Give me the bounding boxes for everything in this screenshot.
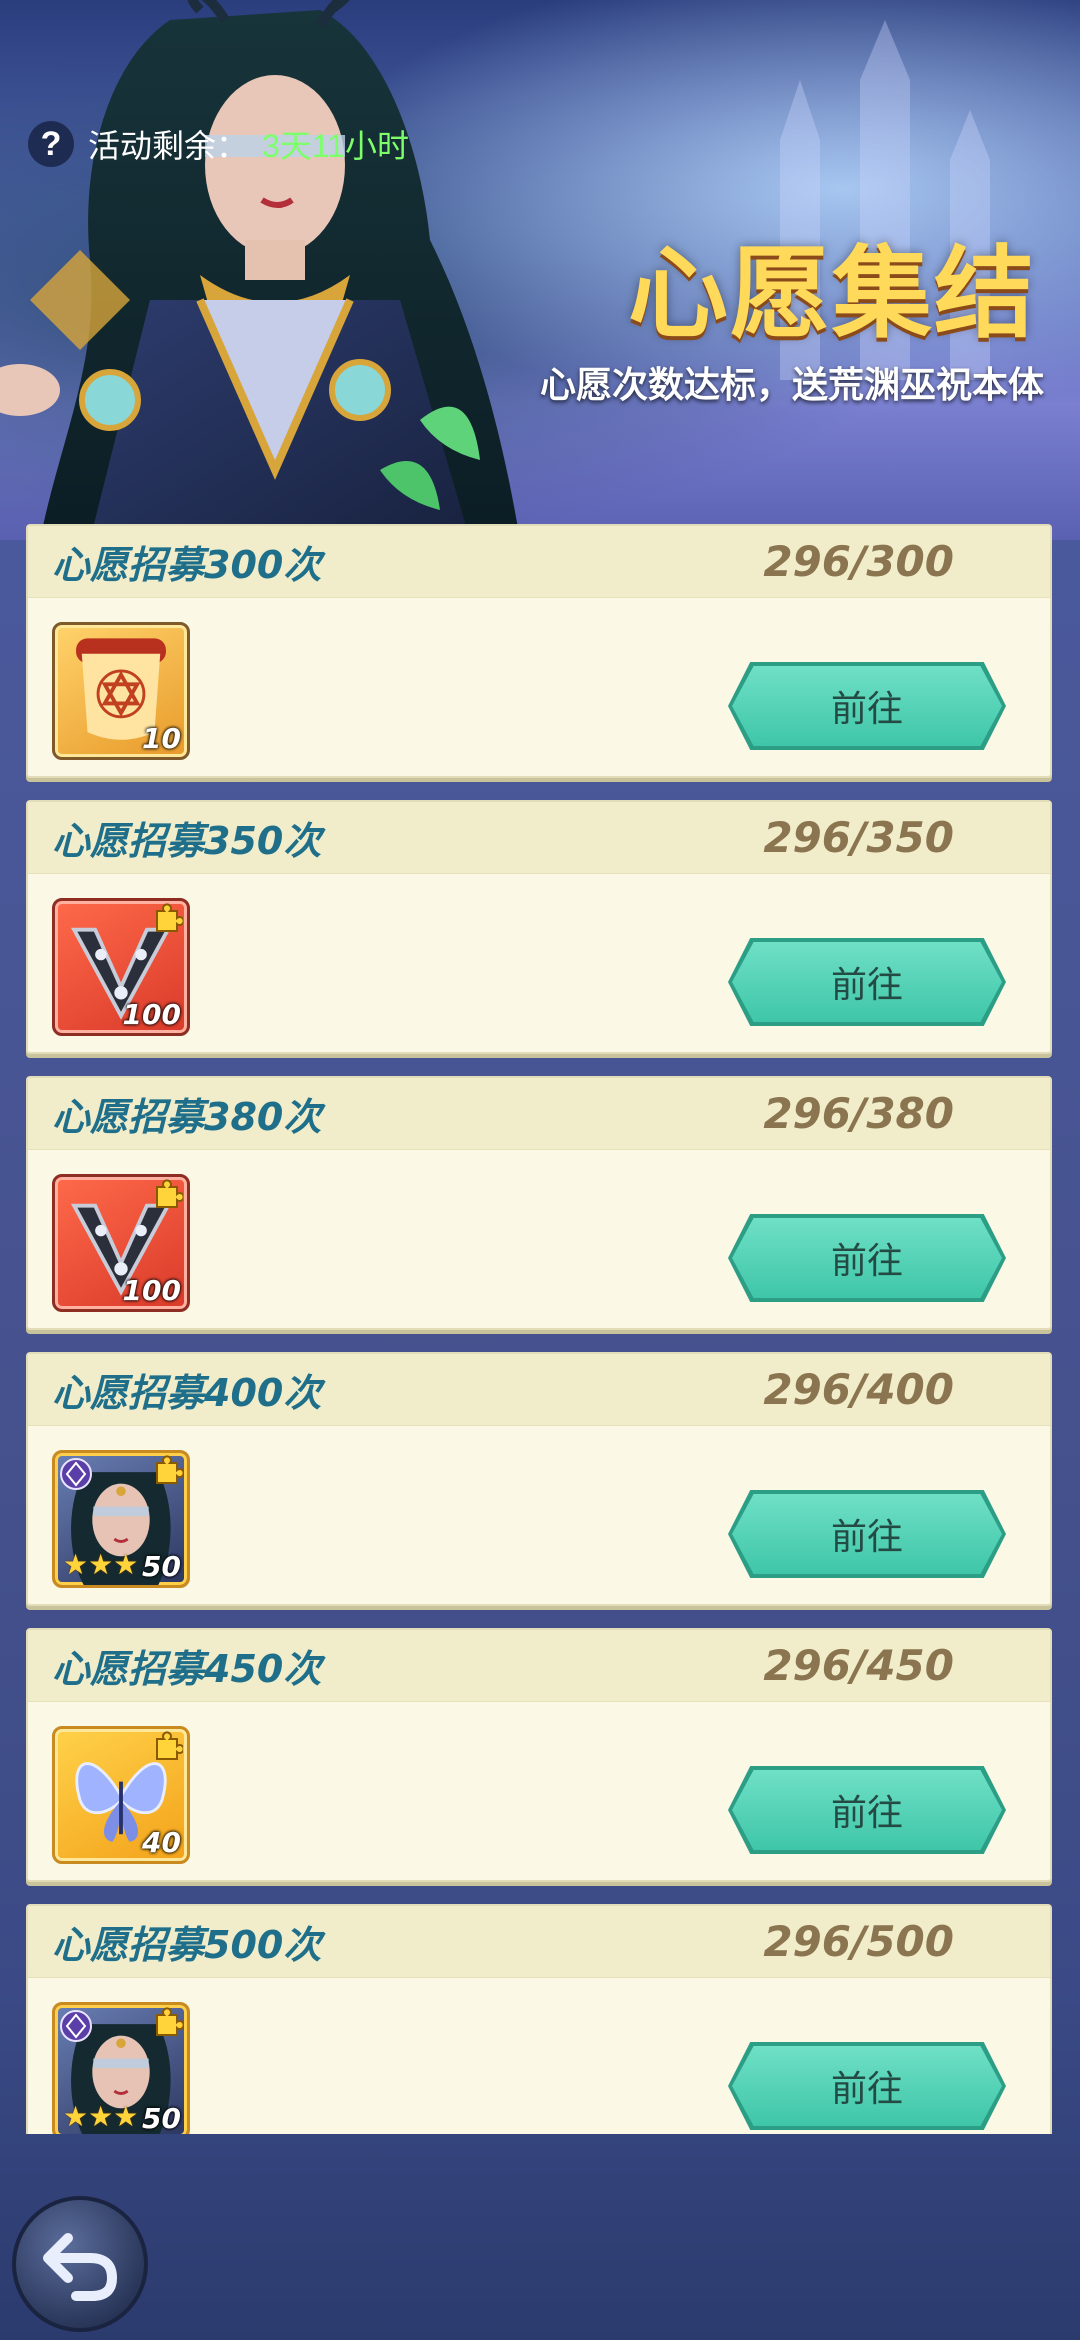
rank-badge-icon	[60, 1458, 92, 1490]
reward-item[interactable]: 100	[52, 898, 190, 1036]
task-header: 心愿招募450次 296/450	[28, 1630, 1050, 1702]
puzzle-fragment-icon	[156, 1731, 183, 1760]
task-title: 心愿招募400次	[52, 1371, 322, 1415]
reward-count: 50	[142, 2102, 181, 2134]
task-progress: 296/300	[763, 537, 954, 586]
go-button[interactable]: 前往	[732, 1218, 1002, 1298]
puzzle-fragment-icon	[156, 903, 183, 932]
star-icon: ★	[63, 2100, 89, 2133]
task-list[interactable]: 心愿招募300次 296/300 10 前往 心愿招募350次 296/350	[26, 524, 1052, 2134]
timer-value: 3天11小时	[262, 128, 410, 164]
reward-item[interactable]: ★ ★ ★ 50	[52, 2002, 190, 2134]
reward-count: 10	[142, 722, 181, 755]
task-card: 心愿招募350次 296/350 100 前往	[26, 800, 1052, 1054]
task-card: 心愿招募380次 296/380 100 前往	[26, 1076, 1052, 1330]
back-arrow-icon	[43, 2233, 118, 2301]
hero-illustration	[0, 0, 520, 540]
task-title: 心愿招募380次	[52, 1095, 322, 1139]
question-mark-icon[interactable]: ?	[28, 121, 74, 167]
reward-count: 50	[142, 1550, 181, 1583]
task-header: 心愿招募380次 296/380	[28, 1078, 1050, 1150]
puzzle-fragment-icon	[156, 1455, 183, 1484]
reward-item[interactable]: 100	[52, 1174, 190, 1312]
event-banner: ? 活动剩余： 3天11小时 心愿集结 心愿次数达标，送荒渊巫祝本体	[0, 0, 1080, 540]
reward-count: 100	[122, 998, 181, 1031]
task-header: 心愿招募400次 296/400	[28, 1354, 1050, 1426]
reward-item[interactable]: ★ ★ ★ 50	[52, 1450, 190, 1588]
task-progress: 296/380	[763, 1089, 954, 1138]
event-timer: ? 活动剩余： 3天11小时	[28, 118, 409, 170]
event-subtitle: 心愿次数达标，送荒渊巫祝本体	[539, 365, 1044, 406]
star-icon: ★	[113, 1548, 139, 1581]
task-progress: 296/500	[763, 1917, 954, 1966]
go-button[interactable]: 前往	[732, 1770, 1002, 1850]
task-title: 心愿招募450次	[52, 1647, 322, 1691]
puzzle-fragment-icon	[156, 2007, 183, 2036]
go-button[interactable]: 前往	[732, 942, 1002, 1022]
back-button[interactable]	[12, 2196, 148, 2332]
task-card: 心愿招募500次 296/500 ★ ★ ★ 50 前往	[26, 1904, 1052, 2134]
task-progress: 296/350	[763, 813, 954, 862]
task-progress: 296/400	[763, 1365, 954, 1414]
task-card: 心愿招募400次 296/400 ★ ★ ★ 50 前往	[26, 1352, 1052, 1606]
puzzle-fragment-icon	[156, 1179, 183, 1208]
task-progress: 296/450	[763, 1641, 954, 1690]
reward-count: 40	[142, 1826, 181, 1859]
go-button[interactable]: 前往	[732, 1494, 1002, 1574]
task-header: 心愿招募500次 296/500	[28, 1906, 1050, 1978]
task-card: 心愿招募450次 296/450 40 前往	[26, 1628, 1052, 1882]
star-icon: ★	[63, 1548, 89, 1581]
reward-count: 100	[122, 1274, 181, 1307]
task-header: 心愿招募300次 296/300	[28, 526, 1050, 598]
star-rating: ★ ★ ★	[63, 2103, 138, 2131]
timer-label: 活动剩余：	[88, 128, 249, 164]
task-title: 心愿招募500次	[52, 1923, 322, 1967]
star-icon: ★	[88, 1548, 114, 1581]
go-button[interactable]: 前往	[732, 2046, 1002, 2126]
task-title: 心愿招募350次	[52, 819, 322, 863]
star-icon: ★	[88, 2100, 114, 2133]
task-title: 心愿招募300次	[52, 543, 322, 587]
rank-badge-icon	[60, 2010, 92, 2042]
reward-item[interactable]: 40	[52, 1726, 190, 1864]
task-card: 心愿招募300次 296/300 10 前往	[26, 524, 1052, 778]
event-title: 心愿集结	[628, 235, 1036, 352]
task-header: 心愿招募350次 296/350	[28, 802, 1050, 874]
go-button[interactable]: 前往	[732, 666, 1002, 746]
reward-item[interactable]: 10	[52, 622, 190, 760]
star-icon: ★	[113, 2100, 139, 2133]
star-rating: ★ ★ ★	[63, 1551, 138, 1579]
